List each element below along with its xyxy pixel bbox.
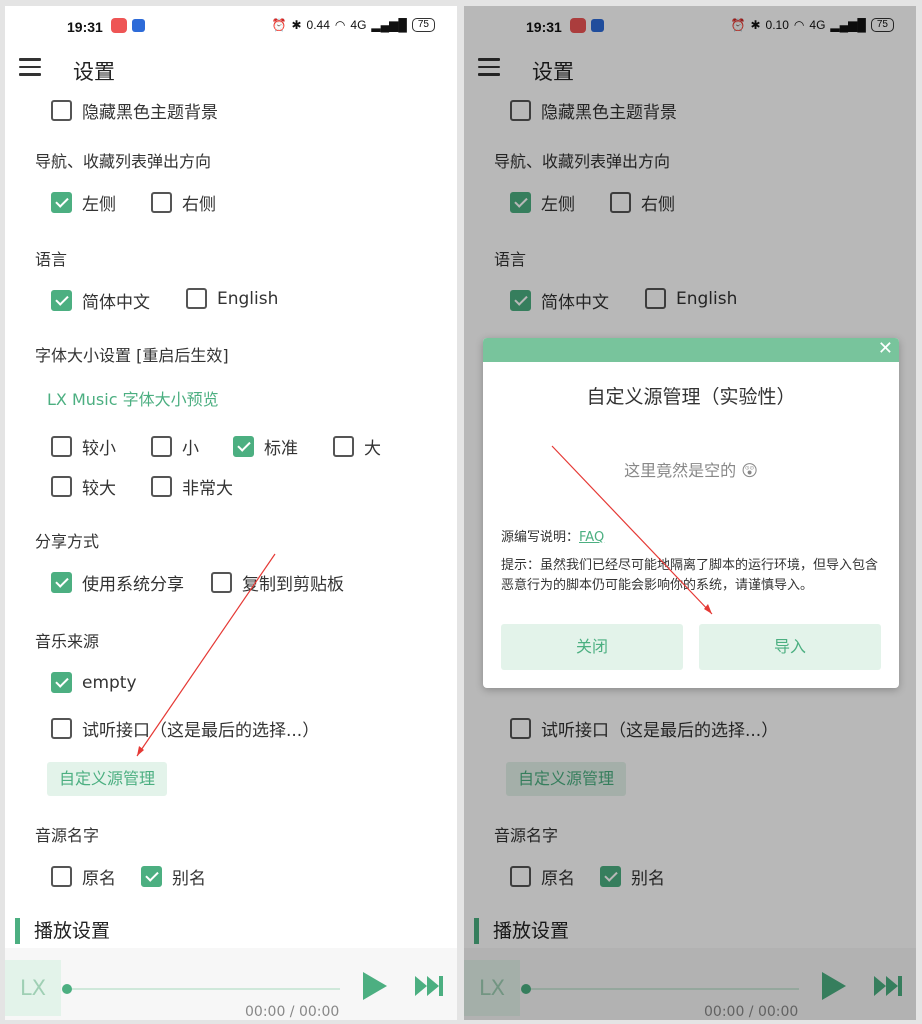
play-icon[interactable]	[361, 970, 389, 1002]
source-name-title: 音源名字	[35, 826, 100, 845]
dialog-header: ✕	[483, 338, 899, 362]
custom-source-button[interactable]: 自定义源管理	[47, 762, 168, 796]
checkbox-box	[151, 192, 172, 213]
checkbox-label: 隐藏黑色主题背景	[82, 103, 218, 123]
page-title: 设置	[73, 60, 115, 84]
next-icon[interactable]	[413, 974, 445, 998]
checkbox-label: 较大	[82, 479, 116, 499]
font-option-checkbox[interactable]: 大	[333, 434, 381, 459]
font-option-checkbox[interactable]: 较小	[51, 434, 116, 459]
font-preview: LX Music 字体大小预览	[47, 390, 219, 409]
checkbox-label: 试听接口（这是最后的选择...）	[82, 721, 320, 741]
checkbox-label: English	[217, 288, 279, 309]
checkbox-box	[233, 436, 254, 457]
checkbox-box	[51, 192, 72, 213]
checkbox-label: empty	[82, 672, 137, 693]
app-bar: 设置	[5, 46, 457, 90]
checkbox-label: 使用系统分享	[82, 575, 184, 595]
status-time: 19:31	[67, 19, 103, 35]
nav-left-checkbox[interactable]: 左侧	[51, 190, 116, 215]
settings-screen-with-dialog: 19:31 ⏰ ✱ 0.10 ◠ 4G ▂▄▆█ 75 设置 隐藏黑色主题背景 …	[464, 6, 916, 1020]
checkbox-box	[151, 476, 172, 497]
font-option-checkbox[interactable]: 较大	[51, 474, 116, 499]
checkbox-label: 简体中文	[82, 293, 150, 313]
alarm-icon: ⏰	[271, 18, 287, 32]
nav-direction-title: 导航、收藏列表弹出方向	[35, 152, 212, 171]
faq-link[interactable]: FAQ	[579, 530, 604, 545]
font-option-checkbox[interactable]: 小	[151, 434, 199, 459]
close-icon[interactable]: ✕	[878, 339, 893, 359]
checkbox-box	[151, 436, 172, 457]
checkbox-box	[51, 290, 72, 311]
wifi-icon: ◠	[334, 18, 346, 32]
settings-screen: 19:31 ⏰ ✱ 0.44 ◠ 4G ▂▄▆█ 75 设置 隐藏黑色主题背景 …	[5, 6, 457, 1020]
status-icons: ⏰ ✱ 0.44 ◠ 4G ▂▄▆█ 75	[272, 18, 435, 32]
checkbox-label: 右侧	[182, 195, 216, 215]
checkbox-label: 别名	[172, 869, 206, 889]
font-option-checkbox[interactable]: 标准	[233, 434, 298, 459]
checkbox-box	[333, 436, 354, 457]
app-notification-icon	[111, 18, 127, 33]
lang-en-checkbox[interactable]: English	[186, 288, 278, 309]
checkbox-box	[211, 572, 232, 593]
player-logo[interactable]: LX	[5, 960, 61, 1016]
source-empty-checkbox[interactable]: empty	[51, 672, 137, 693]
bluetooth-icon: ✱	[291, 18, 302, 32]
share-system-checkbox[interactable]: 使用系统分享	[51, 570, 184, 595]
menu-icon[interactable]	[19, 58, 41, 76]
checkbox-box	[51, 100, 72, 121]
dialog-title: 自定义源管理（实验性）	[586, 386, 796, 408]
hide-black-bg-checkbox[interactable]: 隐藏黑色主题背景	[51, 98, 218, 123]
checkbox-box	[51, 572, 72, 593]
checkbox-label: 复制到剪贴板	[242, 575, 344, 595]
checkbox-label: 标准	[264, 439, 298, 459]
checkbox-label: 左侧	[82, 195, 116, 215]
source-trial-checkbox[interactable]: 试听接口（这是最后的选择...）	[51, 716, 319, 741]
player-time: 00:00 / 00:00	[245, 1004, 340, 1020]
progress-slider[interactable]	[62, 984, 340, 994]
language-title: 语言	[35, 250, 68, 269]
checkbox-label: 非常大	[182, 479, 233, 499]
empty-message: 这里竟然是空的 😲	[624, 461, 758, 480]
name-original-checkbox[interactable]: 原名	[51, 864, 116, 889]
net-speed: 0.44	[306, 18, 330, 32]
checkbox-label: 较小	[82, 439, 116, 459]
checkbox-box	[51, 718, 72, 739]
close-button[interactable]: 关闭	[501, 624, 683, 670]
music-source-title: 音乐来源	[35, 632, 100, 651]
warning-tip: 提示：虽然我们已经尽可能地隔离了脚本的运行环境，但导入包含恶意行为的脚本仍可能会…	[501, 558, 879, 593]
share-clipboard-checkbox[interactable]: 复制到剪贴板	[211, 570, 344, 595]
checkbox-box	[141, 866, 162, 887]
checkbox-box	[186, 288, 207, 309]
play-settings-heading: 播放设置	[15, 918, 110, 944]
custom-source-dialog: ✕ 自定义源管理（实验性） 这里竟然是空的 😲 源编写说明：FAQ 提示：虽然我…	[483, 338, 899, 688]
battery-icon: 75	[411, 18, 435, 32]
lang-zh-checkbox[interactable]: 简体中文	[51, 288, 150, 313]
checkbox-box	[51, 436, 72, 457]
network-type: 4G	[350, 18, 367, 32]
import-button[interactable]: 导入	[699, 624, 881, 670]
name-alias-checkbox[interactable]: 别名	[141, 864, 206, 889]
note-label: 源编写说明：	[501, 530, 580, 545]
share-title: 分享方式	[35, 532, 100, 551]
checkbox-label: 大	[364, 439, 381, 459]
nav-right-checkbox[interactable]: 右侧	[151, 190, 216, 215]
app-notification-icon	[132, 19, 145, 32]
font-option-checkbox[interactable]: 非常大	[151, 474, 233, 499]
font-size-title: 字体大小设置 [重启后生效]	[35, 346, 229, 365]
checkbox-label: 原名	[82, 869, 116, 889]
checkbox-box	[51, 866, 72, 887]
signal-icon: ▂▄▆█	[371, 18, 407, 32]
checkbox-label: 小	[182, 439, 199, 459]
player-bar: LX 00:00 / 00:00	[5, 948, 457, 1020]
checkbox-box	[51, 476, 72, 497]
checkbox-box	[51, 672, 72, 693]
source-note: 源编写说明：FAQ	[501, 526, 604, 545]
status-bar: 19:31 ⏰ ✱ 0.44 ◠ 4G ▂▄▆█ 75	[5, 6, 457, 46]
